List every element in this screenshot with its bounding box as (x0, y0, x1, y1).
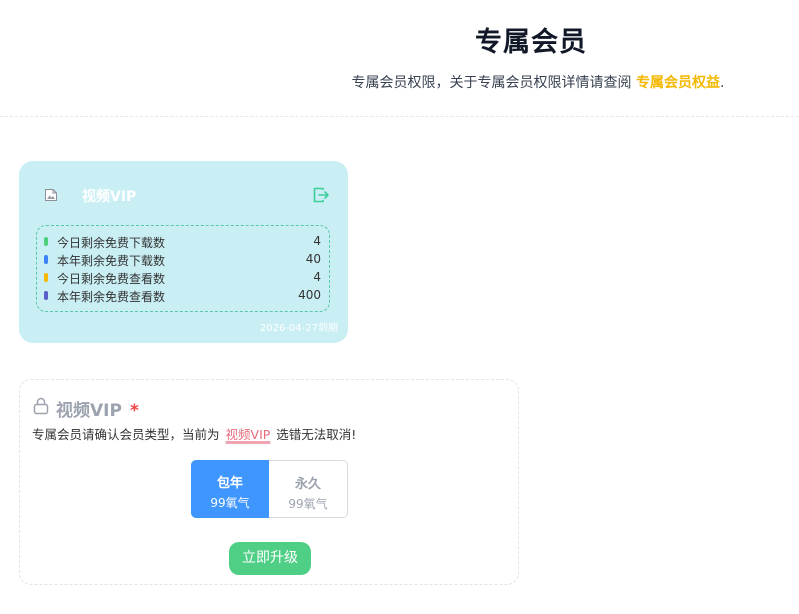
page-title: 专属会员 (475, 27, 587, 58)
required-mark: * (129, 401, 139, 421)
stat-label: 今日剩余免费查看数 (57, 272, 166, 286)
stat-row: 今日剩余免费查看数 4 (44, 269, 321, 287)
stat-label: 本年剩余免费下载数 (57, 254, 166, 268)
vip-stats-box: 今日剩余免费下载数 4 本年剩余免费下载数 40 今日剩余免费查看数 4 本年剩… (36, 225, 330, 312)
member-benefits-link[interactable]: 专属会员权益 (636, 75, 720, 91)
exit-icon[interactable] (312, 186, 330, 204)
membership-type-selector: 包年 99氧气 永久 99氧气 (191, 460, 348, 518)
form-title: 视频VIP * (56, 396, 139, 421)
stat-dot (44, 237, 48, 246)
form-title-text: 视频VIP (56, 401, 122, 421)
lock-icon (33, 397, 49, 415)
upgrade-button[interactable]: 立即升级 (229, 542, 311, 575)
option-price: 99氧气 (210, 496, 250, 510)
form-description: 专属会员请确认会员类型，当前为 视频VIP 选错无法取消! (32, 424, 356, 443)
option-name: 包年 (216, 476, 243, 491)
broken-image-icon (45, 189, 57, 201)
option-lifetime[interactable]: 永久 99氧气 (269, 460, 348, 518)
option-yearly[interactable]: 包年 99氧气 (191, 460, 269, 518)
vip-card-name: 视频VIP (82, 189, 137, 205)
stat-value: 4 (313, 270, 321, 284)
stat-row: 本年剩余免费下载数 40 (44, 251, 321, 269)
subtitle-period: . (720, 75, 725, 91)
expire-date: 2026-04-27到期 (259, 323, 338, 334)
form-desc-prefix: 专属会员请确认会员类型，当前为 (32, 427, 220, 442)
form-desc-suffix: 选错无法取消! (276, 427, 357, 442)
option-name: 永久 (294, 477, 321, 492)
option-price: 99氧气 (288, 497, 328, 511)
header-divider (0, 116, 799, 117)
stat-row: 本年剩余免费查看数 400 (44, 287, 321, 305)
stat-value: 4 (313, 234, 321, 248)
current-type-highlight: 视频VIP (225, 427, 271, 442)
stat-value: 400 (298, 288, 321, 302)
page-subtitle: 专属会员权限，关于专属会员权限详情请查阅 专属会员权益. (0, 72, 799, 92)
stat-label: 本年剩余免费查看数 (57, 290, 166, 304)
stat-value: 40 (305, 252, 321, 266)
membership-form: 视频VIP * 专属会员请确认会员类型，当前为 视频VIP 选错无法取消! 包年 99… (19, 379, 519, 585)
stat-dot (44, 273, 48, 282)
page-header: 专属会员 专属会员权限，关于专属会员权限详情请查阅 专属会员权益. (0, 0, 799, 118)
stat-dot (44, 255, 48, 264)
subtitle-text: 专属会员权限，关于专属会员权限详情请查阅 (351, 75, 636, 91)
vip-card: 视频VIP 今日剩余免费下载数 4 本年剩余免费下载数 40 今日剩余免费查看数… (19, 161, 348, 343)
stat-row: 今日剩余免费下载数 4 (44, 233, 321, 251)
stat-label: 今日剩余免费下载数 (57, 236, 166, 250)
stat-dot (44, 291, 48, 300)
